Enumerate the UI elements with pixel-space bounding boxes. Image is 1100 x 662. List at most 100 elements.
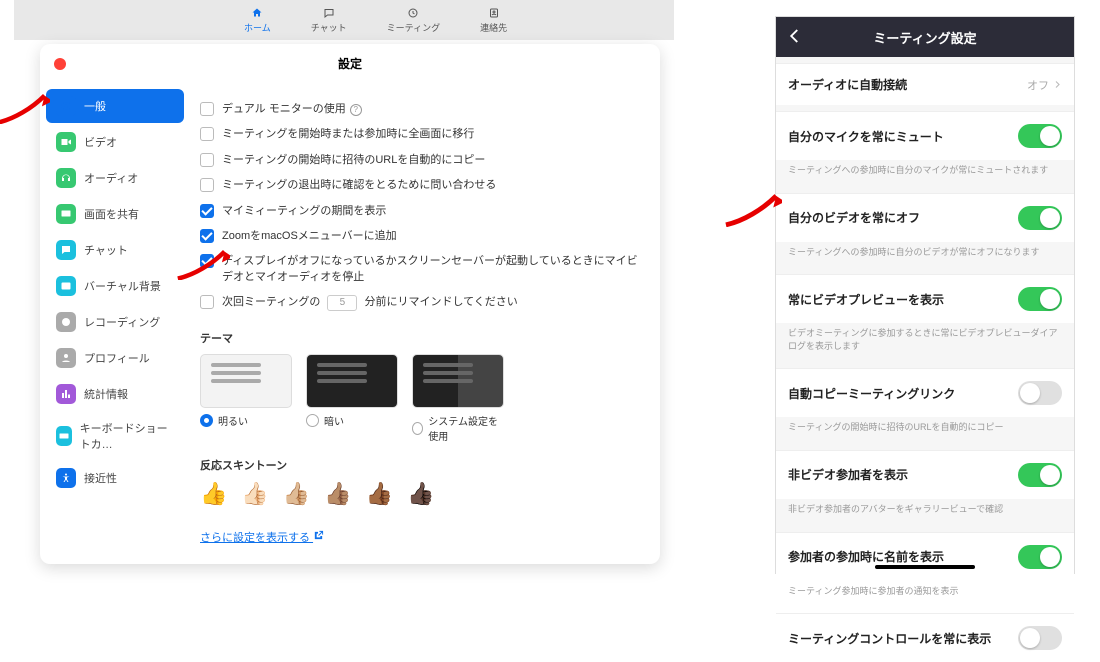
mobile-row-nonvideo[interactable]: 非ビデオ参加者を表示 (776, 450, 1074, 499)
option-checkbox[interactable] (200, 204, 214, 218)
mobile-row-label: 参加者の参加時に名前を表示 (788, 548, 944, 565)
more-settings-link[interactable]: さらに設定を表示する (200, 529, 324, 545)
mobile-row-copy_link[interactable]: 自動コピーミーティングリンク (776, 368, 1074, 417)
sidebar-item-vbg[interactable]: バーチャル背景 (46, 269, 184, 303)
mobile-row-label: 非ビデオ参加者を表示 (788, 466, 908, 483)
skin-tone-5[interactable]: 👍🏿 (407, 481, 434, 507)
option-checkbox[interactable] (200, 178, 214, 192)
option-0[interactable]: デュアル モニターの使用? (200, 97, 642, 122)
mobile-row-label: 自分のマイクを常にミュート (788, 128, 944, 145)
profile-icon (56, 348, 76, 368)
option-2[interactable]: ミーティングの開始時に招待のURLを自動的にコピー (200, 148, 642, 173)
access-icon (56, 468, 76, 488)
option-checkbox[interactable] (200, 127, 214, 141)
contacts-icon (487, 6, 501, 20)
toggle-mic_mute[interactable] (1018, 124, 1062, 148)
sidebar-item-share[interactable]: 画面を共有 (46, 197, 184, 231)
skin-tone-3[interactable]: 👍🏽 (324, 481, 351, 507)
mobile-row-video_off[interactable]: 自分のビデオを常にオフ (776, 193, 1074, 242)
sidebar-item-label: プロフィール (84, 350, 150, 366)
option-label: マイミィーティングの期間を表示 (222, 204, 386, 219)
top-tab-label: チャット (311, 21, 347, 34)
close-window-button[interactable] (54, 58, 66, 70)
skin-heading: 反応スキントーン (200, 457, 642, 473)
option-5[interactable]: ZoomをmacOSメニューバーに追加 (200, 224, 642, 249)
mobile-row-label: 自動コピーミーティングリンク (788, 385, 955, 402)
option-3[interactable]: ミーティングの退出時に確認をとるために問い合わせる (200, 173, 642, 198)
toggle-controls[interactable] (1018, 626, 1062, 650)
sidebar-item-video[interactable]: ビデオ (46, 125, 184, 159)
mobile-row-desc-video_preview: ビデオミーティングに参加するときに常にビデオプレビューダイアログを表示します (776, 323, 1074, 362)
option-6[interactable]: ディスプレイがオフになっているかスクリーンセーバーが起動しているときにマイビデオ… (200, 249, 642, 290)
window-title: 設定 (40, 44, 660, 83)
option-checkbox[interactable] (200, 229, 214, 243)
help-icon[interactable]: ? (350, 104, 362, 116)
kb-icon (56, 426, 72, 446)
skin-tone-1[interactable]: 👍🏻 (241, 481, 268, 507)
skin-tone-2[interactable]: 👍🏼 (283, 481, 310, 507)
sidebar-item-access[interactable]: 接近性 (46, 461, 184, 495)
toggle-copy_link[interactable] (1018, 381, 1062, 405)
sidebar-item-shortcut[interactable]: キーボードショートカ… (46, 413, 184, 459)
mobile-back-button[interactable] (786, 27, 806, 47)
toggle-video_preview[interactable] (1018, 287, 1062, 311)
mobile-row-audio_connect[interactable]: オーディオに自動接続オフ (776, 63, 1074, 105)
top-tab-contacts[interactable]: 連絡先 (480, 6, 507, 34)
option-label: ミーティングの開始時に招待のURLを自動的にコピー (222, 153, 485, 168)
sidebar-item-stats[interactable]: 統計情報 (46, 377, 184, 411)
sidebar-item-label: キーボードショートカ… (80, 420, 174, 452)
chat-icon (56, 240, 76, 260)
toggle-nonvideo[interactable] (1018, 463, 1062, 487)
mobile-row-desc-mic_mute: ミーティングへの参加時に自分のマイクが常にミュートされます (776, 160, 1074, 187)
sidebar-item-chat[interactable]: チャット (46, 233, 184, 267)
option-checkbox[interactable] (200, 254, 214, 268)
sidebar-item-label: バーチャル背景 (84, 278, 161, 294)
remind-option[interactable]: 次回ミーティングの 5 分前にリマインドしてください (200, 290, 642, 316)
top-tab-label: ホーム (244, 21, 271, 34)
remind-minutes-input[interactable]: 5 (327, 295, 357, 311)
theme-radio[interactable] (412, 422, 423, 435)
skin-tone-0[interactable]: 👍 (200, 481, 227, 507)
option-label: ミーティングを開始時または参加時に全画面に移行 (222, 127, 474, 142)
toggle-video_off[interactable] (1018, 206, 1062, 230)
option-label: ミーティングの退出時に確認をとるために問い合わせる (222, 178, 496, 193)
sidebar-item-label: 統計情報 (84, 386, 128, 402)
sidebar-item-label: レコーディング (84, 314, 160, 330)
sidebar-item-label: 接近性 (84, 470, 117, 486)
theme-radio[interactable] (200, 414, 213, 427)
sidebar-item-general[interactable]: 一般 (46, 89, 184, 123)
top-tab-chat[interactable]: チャット (311, 6, 347, 34)
option-label: ディスプレイがオフになっているかスクリーンセーバーが起動しているときにマイビデオ… (222, 254, 642, 285)
theme-system[interactable]: システム設定を使用 (412, 354, 504, 443)
mobile-row-show_name[interactable]: 参加者の参加時に名前を表示 (776, 532, 1074, 581)
settings-sidebar: 一般ビデオオーディオ画面を共有チャットバーチャル背景レコーディングプロフィール統… (40, 83, 190, 564)
option-checkbox[interactable] (200, 102, 214, 116)
skin-tone-4[interactable]: 👍🏾 (366, 481, 393, 507)
toggle-show_name[interactable] (1018, 545, 1062, 569)
theme-label-text: システム設定を使用 (428, 413, 504, 443)
theme-thumb (412, 354, 504, 408)
top-tab-home[interactable]: ホーム (244, 6, 271, 34)
mobile-row-label: 常にビデオプレビューを表示 (788, 291, 944, 308)
sidebar-item-recording[interactable]: レコーディング (46, 305, 184, 339)
sidebar-item-profile[interactable]: プロフィール (46, 341, 184, 375)
mobile-row-mic_mute[interactable]: 自分のマイクを常にミュート (776, 111, 1074, 160)
theme-light[interactable]: 明るい (200, 354, 292, 443)
theme-radio[interactable] (306, 414, 319, 427)
general-settings-pane: デュアル モニターの使用?ミーティングを開始時または参加時に全画面に移行ミーティ… (190, 83, 660, 564)
remind-checkbox[interactable] (200, 295, 214, 309)
option-4[interactable]: マイミィーティングの期間を表示 (200, 199, 642, 224)
mobile-row-video_preview[interactable]: 常にビデオプレビューを表示 (776, 274, 1074, 323)
mobile-row-desc-nonvideo: 非ビデオ参加者のアバターをギャラリービューで確認 (776, 499, 1074, 526)
top-tab-meeting[interactable]: ミーティング (387, 6, 440, 34)
theme-dark[interactable]: 暗い (306, 354, 398, 443)
mobile-row-label: 自分のビデオを常にオフ (788, 209, 920, 226)
option-1[interactable]: ミーティングを開始時または参加時に全画面に移行 (200, 122, 642, 147)
gear-icon (56, 96, 76, 116)
headset-icon (56, 168, 76, 188)
video-icon (56, 132, 76, 152)
option-checkbox[interactable] (200, 153, 214, 167)
sidebar-item-label: 画面を共有 (84, 206, 139, 222)
mobile-row-controls[interactable]: ミーティングコントロールを常に表示 (776, 613, 1074, 662)
sidebar-item-audio[interactable]: オーディオ (46, 161, 184, 195)
